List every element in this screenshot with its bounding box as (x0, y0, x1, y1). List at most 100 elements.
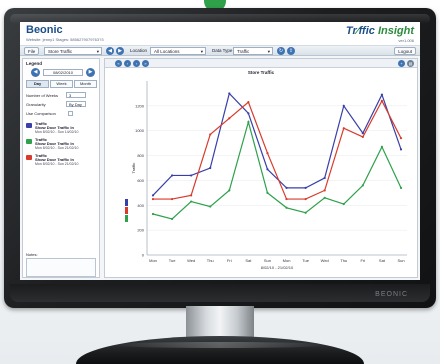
x-tick-label: Sun (264, 258, 271, 263)
data-point (323, 189, 326, 192)
x-axis-caption: 8/02/10 - 21/02/10 (261, 265, 294, 270)
monitor-bottom-bezel (10, 284, 430, 302)
legend-swatch (26, 139, 32, 144)
tab-day[interactable]: Day (26, 80, 49, 88)
data-point (266, 191, 269, 194)
granularity-select[interactable]: By Day (66, 101, 86, 107)
data-point (323, 176, 326, 180)
x-tick-label: Tue (169, 258, 177, 263)
product-name: Tr⁄ffic Insight (346, 25, 414, 37)
x-tick-label: Wed (321, 258, 329, 263)
y-axis-label: Traffic (131, 163, 136, 174)
date-field[interactable]: 08/02/2010 (43, 69, 83, 76)
data-point (170, 174, 174, 177)
location-label: Location (130, 48, 148, 53)
datatype-label: Data Type (212, 48, 233, 53)
data-point (285, 206, 288, 209)
y-tick-label: 1200 (135, 103, 145, 108)
data-point (361, 132, 364, 135)
weeks-row: Number of Weeks 3 (26, 92, 86, 98)
file-menu[interactable]: File (24, 47, 40, 55)
series-marker (125, 199, 128, 206)
prev-date-icon[interactable]: ◀ (31, 68, 40, 77)
chart-svg: Traffic 0 200 400 600 800 1000 1200 Mon Tue Wed Thu… (125, 81, 407, 270)
x-tick-label: Wed (187, 258, 195, 263)
y-tick-label: 1000 (135, 128, 145, 133)
legend-item[interactable]: Traffic Show Door Traffic In Mon 8/02/10… (26, 153, 96, 167)
datatype-select-value: Traffic (237, 49, 250, 54)
granularity-label: Granularity (26, 102, 46, 107)
data-point (285, 197, 288, 201)
series-marker (125, 215, 128, 222)
chart-panel: « ‹ › » + ▤ Store Traffic Traffic 0 200 400… (104, 58, 418, 278)
product-part-a: Tr (345, 25, 357, 37)
prev-icon[interactable]: ◀ (106, 47, 114, 55)
view-select[interactable]: Store Traffic ▾ (44, 47, 102, 55)
sidebar: Legend ◀ 08/02/2010 ▶ Day Week Month Num… (22, 58, 100, 278)
data-point (380, 93, 384, 96)
x-tick-label: Fri (227, 258, 232, 263)
tab-month[interactable]: Month (74, 80, 97, 88)
period-tabs: Day Week Month (26, 80, 98, 88)
tab-week[interactable]: Week (50, 80, 73, 88)
screen: Beonic Website: jenny1 Stages: 585627907… (20, 22, 420, 280)
data-point (247, 120, 250, 124)
comparison-row: Use Comparison (26, 111, 73, 116)
data-point (285, 186, 288, 189)
x-tick-label: Sun (397, 258, 404, 263)
legend-item[interactable]: Traffic Show Door Traffic In Mon 8/02/10… (26, 121, 96, 135)
chevron-down-icon: ▾ (200, 49, 203, 54)
product-part-c: Insight (374, 25, 414, 37)
granularity-row: Granularity By Day (26, 101, 86, 107)
series-marker (125, 207, 128, 214)
notes-textarea[interactable] (26, 258, 96, 277)
data-point (399, 186, 403, 189)
data-point (228, 189, 231, 192)
y-tick-label: 0 (142, 253, 145, 258)
weeks-input[interactable]: 3 (66, 92, 86, 98)
data-point (342, 104, 345, 107)
data-point (190, 200, 193, 203)
x-tick-label: Thu (207, 258, 214, 263)
comparison-checkbox[interactable] (68, 111, 73, 116)
site-info: Website: jenny1 Stages: 5856279079763?3 (26, 37, 104, 42)
toolbar: File Store Traffic ▾ ◀ ▶ Location All Loc… (20, 46, 420, 56)
sidebar-title: Legend (26, 61, 43, 66)
data-point (151, 194, 155, 197)
datatype-select[interactable]: Traffic ▾ (233, 47, 273, 55)
data-point (304, 211, 307, 214)
data-point (323, 196, 326, 199)
next-date-icon[interactable]: ▶ (86, 68, 95, 77)
data-point (380, 99, 384, 102)
logout-button[interactable]: Logout (394, 47, 416, 55)
legend-item[interactable]: Traffic Show Door Traffic In Mon 8/02/10… (26, 137, 96, 151)
data-point (342, 127, 345, 130)
data-point (190, 174, 193, 177)
data-point (266, 168, 269, 171)
data-point (380, 145, 384, 148)
legend-range: Mon 8/02/10 - Sun 21/02/10 (35, 162, 79, 166)
next-icon[interactable]: ▶ (116, 47, 124, 55)
location-select[interactable]: All Locations ▾ (150, 47, 206, 55)
app-header: Beonic Website: jenny1 Stages: 585627907… (20, 22, 420, 46)
data-point (228, 117, 231, 120)
data-point (247, 112, 250, 115)
data-point (228, 92, 231, 95)
data-point (209, 166, 212, 170)
date-navigator: ◀ 08/02/2010 ▶ (31, 68, 95, 77)
refresh-icon[interactable]: ↻ (277, 47, 285, 55)
y-tick-label: 800 (137, 153, 144, 158)
data-point (247, 101, 250, 104)
x-tick-label: Sat (245, 258, 252, 263)
chevron-down-icon: ▾ (267, 49, 270, 54)
location-select-value: All Locations (154, 49, 180, 54)
data-point (170, 217, 174, 221)
y-tick-label: 600 (137, 178, 144, 183)
data-point (304, 197, 307, 201)
legend-range: Mon 8/02/10 - Sun 21/02/10 (35, 146, 79, 150)
chevron-down-icon: ▾ (96, 49, 99, 54)
data-point (304, 186, 307, 189)
version-label: ver1.006 (398, 38, 414, 43)
x-tick-label: Mon (283, 258, 291, 263)
export-icon[interactable]: ⇪ (287, 47, 295, 55)
